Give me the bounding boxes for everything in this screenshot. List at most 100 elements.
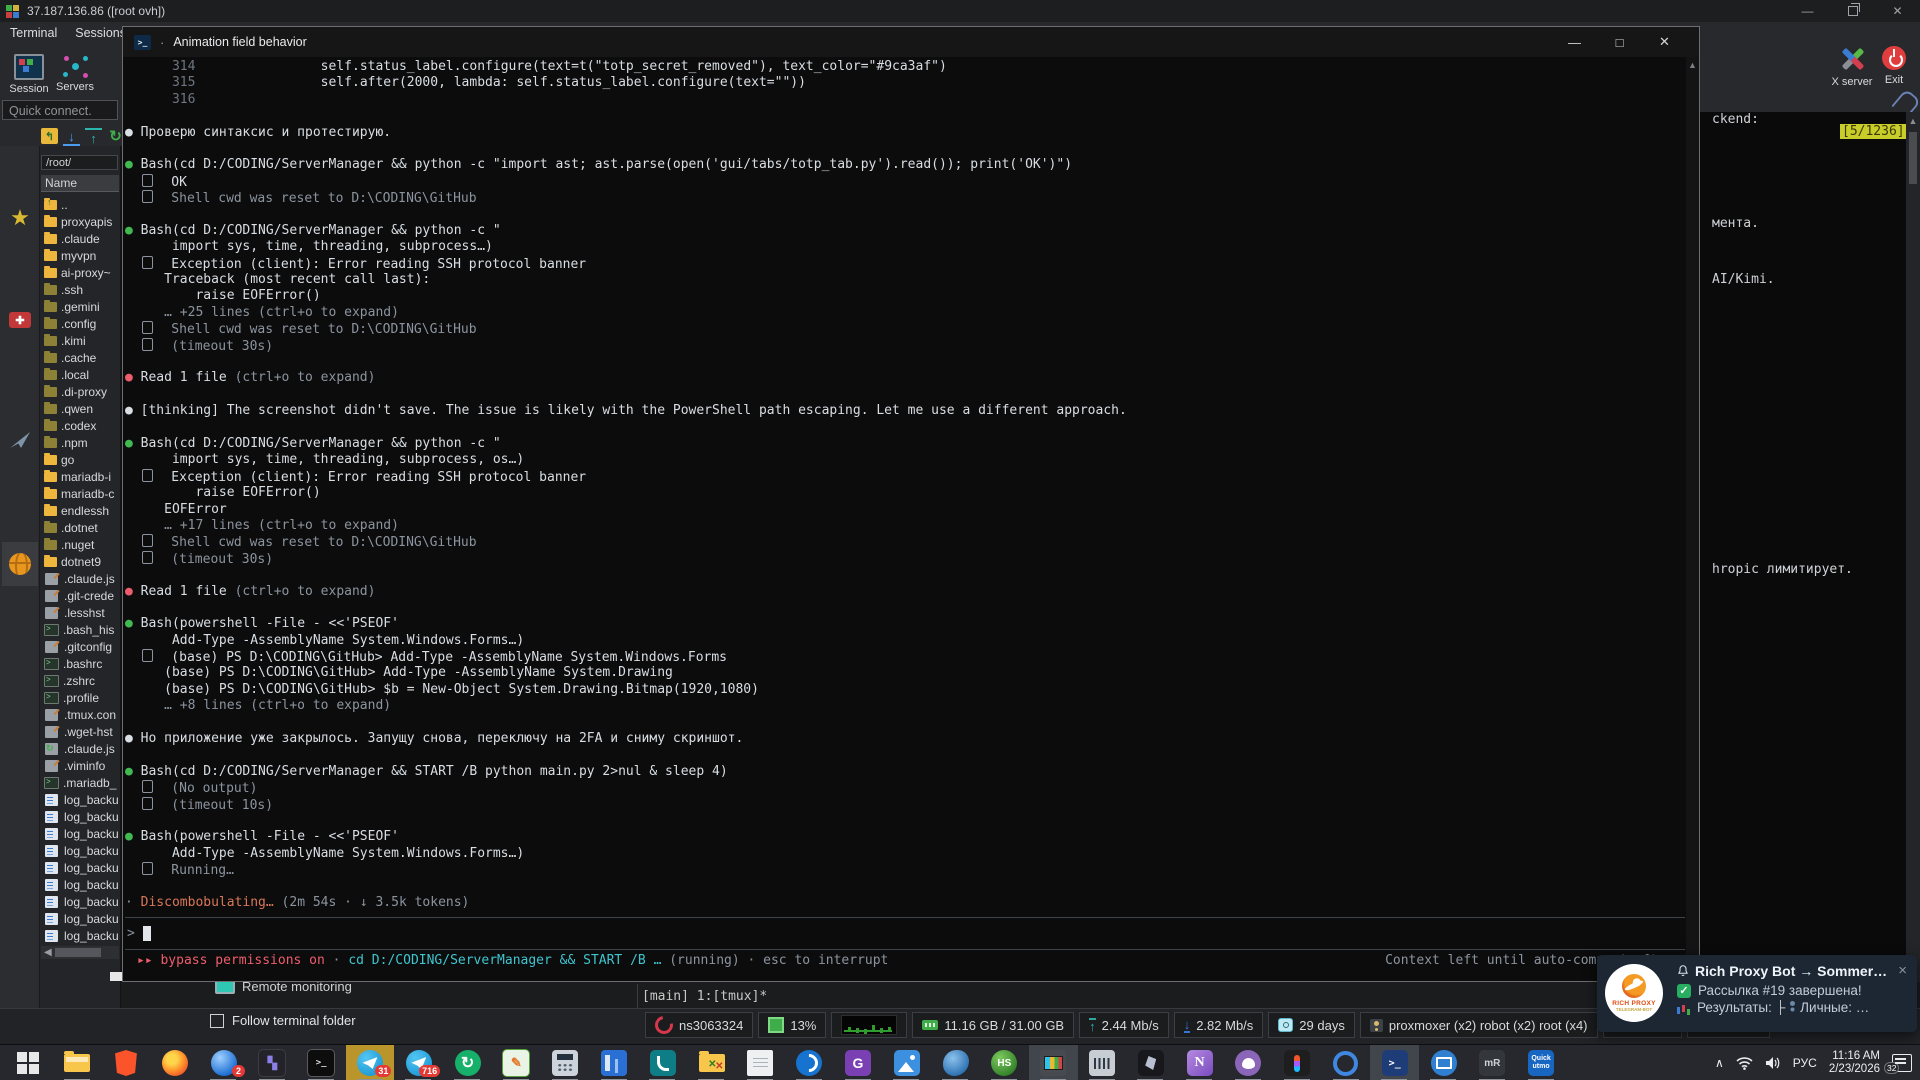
- file-list-item[interactable]: .dotnet: [41, 519, 119, 536]
- taskbar-item-calculator[interactable]: [541, 1045, 590, 1080]
- claude-window-scrollbar[interactable]: ▲: [1686, 57, 1699, 981]
- file-list-item[interactable]: proxyapis: [41, 213, 119, 230]
- file-list-item[interactable]: .di-proxy: [41, 383, 119, 400]
- file-list-item[interactable]: .wget-hst: [41, 723, 119, 740]
- taskbar-item-fish[interactable]: [931, 1045, 980, 1080]
- file-list-item[interactable]: log_backu: [41, 876, 119, 893]
- file-list-item[interactable]: log_backu: [41, 910, 119, 927]
- taskbar-item-photos[interactable]: [882, 1045, 931, 1080]
- folder-up-icon[interactable]: ↰: [41, 128, 58, 144]
- file-list-item[interactable]: .ssh: [41, 281, 119, 298]
- action-center-icon[interactable]: 32: [1892, 1054, 1912, 1072]
- file-list-column-header[interactable]: Name: [41, 175, 119, 192]
- sidebar-tab-favorites[interactable]: ★: [2, 196, 38, 240]
- file-list-item[interactable]: .lesshst: [41, 604, 119, 621]
- toolbar-exit-button[interactable]: Exit: [1874, 46, 1914, 86]
- maximize-button[interactable]: □: [1597, 27, 1642, 57]
- taskbar-item-folder-tools[interactable]: [687, 1045, 736, 1080]
- close-button[interactable]: ✕: [1875, 0, 1920, 22]
- scroll-up-icon[interactable]: ▲: [1686, 57, 1699, 70]
- minimize-button[interactable]: —: [1785, 0, 1830, 22]
- taskbar-item-heidisql[interactable]: [980, 1045, 1029, 1080]
- taskbar-item-blue-window[interactable]: [590, 1045, 639, 1080]
- taskbar-item-audio-wave[interactable]: [1078, 1045, 1127, 1080]
- tray-expand-icon[interactable]: ∧: [1715, 1056, 1724, 1070]
- minimize-button[interactable]: —: [1552, 27, 1597, 57]
- sidebar-tab-sftp[interactable]: [2, 542, 38, 586]
- restore-button[interactable]: [1830, 0, 1875, 22]
- file-list-item[interactable]: .npm: [41, 434, 119, 451]
- file-list-item[interactable]: .cache: [41, 349, 119, 366]
- file-list-item[interactable]: .viminfo: [41, 757, 119, 774]
- taskbar-item-obsidian[interactable]: [1126, 1045, 1175, 1080]
- speaker-icon[interactable]: [1765, 1056, 1781, 1070]
- file-list-item[interactable]: .gitconfig: [41, 638, 119, 655]
- close-icon[interactable]: ×: [1898, 964, 1907, 977]
- download-icon[interactable]: ↓: [63, 128, 80, 146]
- file-list-item[interactable]: log_backu: [41, 808, 119, 825]
- file-list-item[interactable]: .bashrc: [41, 655, 119, 672]
- taskbar-item-cmd[interactable]: [297, 1045, 346, 1080]
- menu-sessions[interactable]: Sessions: [75, 26, 126, 46]
- path-input[interactable]: /root/: [41, 155, 118, 170]
- file-list-item[interactable]: .claude.js: [41, 740, 119, 757]
- file-list-item[interactable]: log_backu: [41, 842, 119, 859]
- menu-terminal[interactable]: Terminal: [10, 26, 57, 46]
- file-list-item[interactable]: endlessh: [41, 502, 119, 519]
- background-terminal-scrollbar[interactable]: ▲: [1906, 112, 1920, 1008]
- file-list-item[interactable]: mariadb-i: [41, 468, 119, 485]
- taskbar-item-g-app[interactable]: [834, 1045, 883, 1080]
- file-list-item[interactable]: .local: [41, 366, 119, 383]
- taskbar-item-notepad[interactable]: [736, 1045, 785, 1080]
- taskbar-item-github[interactable]: [1224, 1045, 1273, 1080]
- file-list-item[interactable]: mariadb-c: [41, 485, 119, 502]
- file-list-item[interactable]: ..: [41, 196, 119, 213]
- prompt-input[interactable]: >: [125, 917, 1685, 950]
- keyboard-language[interactable]: РУС: [1793, 1056, 1817, 1070]
- file-list-item[interactable]: .claude.js: [41, 570, 119, 587]
- file-list-item[interactable]: .kimi: [41, 332, 119, 349]
- taskbar-item-figma[interactable]: [1273, 1045, 1322, 1080]
- upload-icon[interactable]: ↑: [85, 128, 102, 146]
- taskbar-item-telegram[interactable]: 716: [394, 1045, 443, 1080]
- file-list-item[interactable]: .nuget: [41, 536, 119, 553]
- file-list-item[interactable]: .bash_his: [41, 621, 119, 638]
- taskbar-item-ring-browser[interactable]: [1322, 1045, 1371, 1080]
- taskbar-item-swirl[interactable]: [785, 1045, 834, 1080]
- close-button[interactable]: ✕: [1642, 27, 1687, 57]
- taskbar-item-quickutmo[interactable]: Quick utmo: [1517, 1045, 1566, 1080]
- scroll-up-icon[interactable]: ▲: [1906, 112, 1920, 126]
- file-list-item[interactable]: .codex: [41, 417, 119, 434]
- file-list-item[interactable]: .zshrc: [41, 672, 119, 689]
- toolbar-xserver-button[interactable]: X server: [1826, 46, 1878, 88]
- file-list-item[interactable]: .tmux.con: [41, 706, 119, 723]
- file-list-item[interactable]: log_backu: [41, 927, 119, 944]
- taskbar-item-mobaxterm[interactable]: [1029, 1045, 1078, 1080]
- checkbox-icon[interactable]: [210, 1014, 224, 1028]
- toolbar-servers-button[interactable]: Servers: [52, 54, 98, 93]
- file-list-item[interactable]: log_backu: [41, 825, 119, 842]
- telegram-notification[interactable]: RICH PROXY TELEGRAM-BOT Rich Proxy Bot →…: [1597, 955, 1917, 1032]
- file-list-item[interactable]: .claude: [41, 230, 119, 247]
- file-list-item[interactable]: myvpn: [41, 247, 119, 264]
- taskbar-item-notion[interactable]: [1175, 1045, 1224, 1080]
- file-list-item[interactable]: log_backu: [41, 893, 119, 910]
- file-list-item[interactable]: dotnet9: [41, 553, 119, 570]
- file-list-item[interactable]: go: [41, 451, 119, 468]
- taskbar-item-firefox[interactable]: [150, 1045, 199, 1080]
- file-list-horizontal-scrollbar[interactable]: ◀: [41, 946, 119, 959]
- taskbar-item-file-explorer[interactable]: [53, 1045, 102, 1080]
- sidebar-tab-tools[interactable]: ✚: [2, 298, 38, 342]
- taskbar-item-start[interactable]: [4, 1045, 53, 1080]
- file-list-item[interactable]: log_backu: [41, 859, 119, 876]
- sidebar-tab-macros[interactable]: [2, 418, 38, 462]
- claude-window-titlebar[interactable]: >_ · Animation field behavior: [123, 27, 1699, 57]
- wifi-icon[interactable]: [1736, 1056, 1753, 1070]
- scrollbar-thumb[interactable]: [55, 948, 101, 957]
- toolbar-session-button[interactable]: Session: [6, 54, 52, 95]
- quick-connect-input[interactable]: Quick connect.: [2, 100, 118, 120]
- file-list-item[interactable]: .qwen: [41, 400, 119, 417]
- taskbar-item-game[interactable]: [248, 1045, 297, 1080]
- tray-clock[interactable]: 11:16 AM2/23/2026: [1829, 1050, 1880, 1076]
- taskbar-item-mremoteng[interactable]: [1468, 1045, 1517, 1080]
